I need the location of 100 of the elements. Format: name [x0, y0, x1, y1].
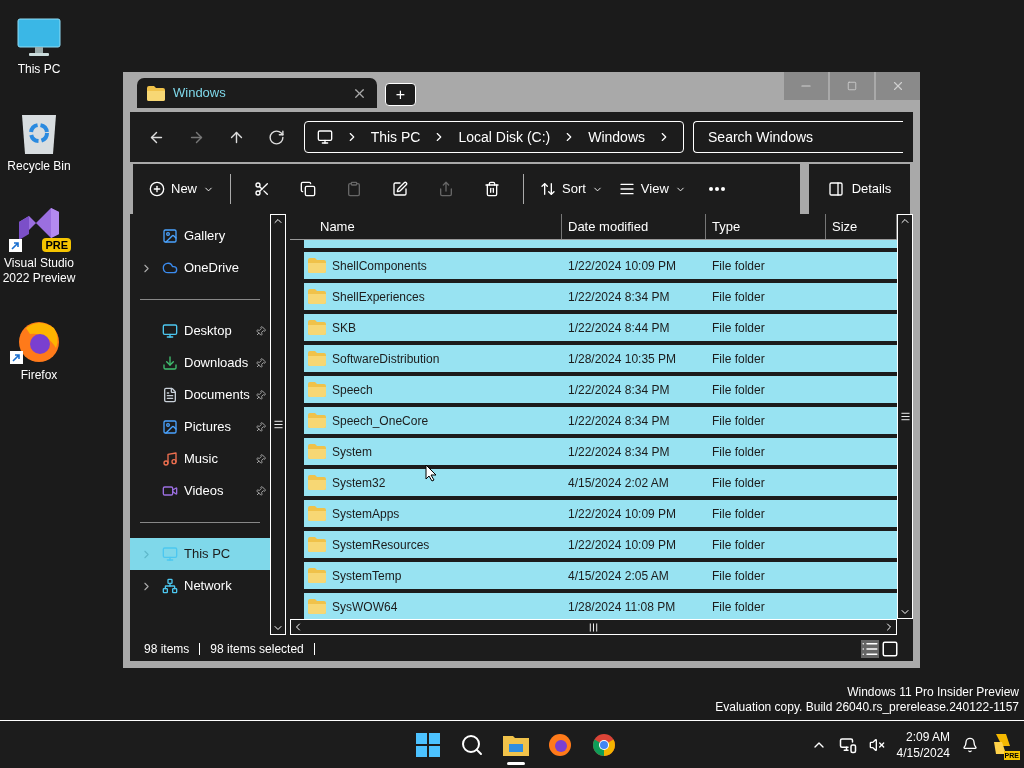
grip-icon[interactable] [272, 419, 284, 430]
sidebar-item[interactable]: Videos [130, 475, 270, 507]
grip-icon[interactable] [899, 411, 911, 422]
search-field[interactable]: Search Windows [693, 121, 903, 153]
column-header[interactable]: Date modified [562, 214, 706, 239]
file-type: File folder [711, 350, 766, 368]
date-modified: 1/22/2024 8:34 PM [567, 381, 671, 399]
table-row[interactable]: SystemResources 1/22/2024 10:09 PM File folder [304, 531, 897, 558]
column-header[interactable]: Size [826, 214, 897, 239]
panel-icon [827, 181, 844, 197]
table-row[interactable]: ShellExperiences 1/22/2024 8:34 PM File folder [304, 283, 897, 310]
sidebar-item[interactable]: Desktop [130, 315, 270, 347]
date-modified: 1/22/2024 8:34 PM [567, 412, 671, 430]
breadcrumb-item[interactable]: This PC [370, 126, 421, 148]
details-view-icon[interactable] [861, 640, 879, 658]
breadcrumb-item[interactable]: Windows [588, 126, 645, 148]
file-type: File folder [711, 381, 766, 399]
monitor-icon [316, 129, 333, 145]
desktop-icon-label[interactable]: Firefox [20, 368, 58, 383]
file-type: File folder [711, 288, 766, 306]
search-icon[interactable] [460, 732, 484, 757]
network-icon [162, 578, 178, 594]
table-row[interactable]: SKB 1/22/2024 8:44 PM File folder [304, 314, 897, 341]
delete-icon [484, 181, 500, 197]
cut-icon [254, 181, 270, 197]
sidebar-item[interactable]: OneDrive [130, 252, 270, 284]
sidebar-item[interactable]: Downloads [130, 347, 270, 379]
sidebar-item[interactable]: Music [130, 443, 270, 475]
sidebar-item[interactable]: Network [130, 570, 270, 602]
folder-icon [308, 382, 326, 397]
sidebar-label: This PC [184, 545, 231, 564]
share-icon [438, 181, 454, 197]
menu-button[interactable]: Sort [532, 172, 611, 206]
sidebar-label: Downloads [184, 354, 249, 373]
table-row[interactable]: SystemApps 1/22/2024 10:09 PM File folder [304, 500, 897, 527]
desktop-icon-label[interactable]: Recycle Bin [7, 159, 71, 174]
file-name: SystemResources [332, 536, 430, 554]
fox-globe-icon[interactable] [548, 732, 572, 757]
file-name: ShellComponents [332, 257, 427, 275]
tiles-view-icon[interactable] [881, 640, 899, 658]
breadcrumb-item[interactable]: Local Disk (C:) [458, 126, 551, 148]
menu-button[interactable]: View [610, 172, 694, 206]
sidebar-label: OneDrive [184, 259, 239, 278]
address-bar[interactable]: This PC Local Disk (C:) Windows [303, 121, 684, 153]
table-row[interactable]: ShellComponents 1/22/2024 10:09 PM File folder [304, 252, 897, 279]
refresh-icon [268, 128, 286, 146]
file-type: File folder [711, 598, 766, 616]
table-row[interactable]: Speech 1/22/2024 8:34 PM File folder [304, 376, 897, 403]
folder-icon [308, 537, 326, 552]
new-tab-button[interactable]: + [385, 83, 416, 106]
sidebar-item[interactable]: Pictures [130, 411, 270, 443]
chrome-logo-icon[interactable] [592, 732, 616, 757]
table-row[interactable]: SoftwareDistribution 1/28/2024 10:35 PM File folder [304, 345, 897, 372]
date-modified: 1/28/2024 10:35 PM [567, 350, 678, 368]
clock-date[interactable]: 4/15/2024 [896, 744, 950, 761]
table-row[interactable]: System 1/22/2024 8:34 PM File folder [304, 438, 897, 465]
date-modified: 1/22/2024 10:09 PM [567, 536, 678, 554]
grip-icon[interactable] [588, 621, 599, 633]
os-build-text: Windows 11 Pro Insider Preview [847, 685, 1019, 700]
table-row[interactable]: SysWOW64 1/28/2024 11:08 PM File folder [304, 593, 897, 619]
sidebar-label: Music [184, 450, 218, 469]
menu-button[interactable]: New [141, 172, 222, 206]
muted-speaker-icon[interactable] [868, 736, 885, 753]
folder-icon [308, 475, 326, 490]
sort-icon [540, 181, 556, 197]
lines-icon [618, 181, 635, 197]
folder-icon [308, 258, 326, 273]
folder-icon [308, 351, 326, 366]
date-modified: 1/28/2024 11:08 PM [567, 598, 677, 616]
column-header[interactable]: Type [706, 214, 826, 239]
table-row[interactable]: SystemTemp 4/15/2024 2:05 AM File folder [304, 562, 897, 589]
scrollbar[interactable] [897, 214, 913, 619]
tab-label: Windows [173, 84, 226, 103]
network-icon[interactable] [838, 735, 857, 754]
desktop-icon-label[interactable]: Visual Studio 2022 Preview [0, 256, 78, 286]
date-modified: 1/22/2024 8:44 PM [567, 319, 671, 337]
desktop-icon-label[interactable]: This PC [17, 62, 61, 77]
sidebar-item[interactable]: Documents [130, 379, 270, 411]
folder-icon [308, 289, 326, 304]
folder-icon [308, 568, 326, 583]
cloud-icon [162, 260, 178, 276]
file-type: File folder [711, 536, 766, 554]
folder-icon[interactable] [503, 733, 529, 756]
folder-icon [147, 85, 165, 101]
clock-time[interactable]: 2:09 AM [905, 728, 950, 745]
sidebar-item[interactable]: Gallery [130, 220, 270, 252]
start-icon[interactable] [416, 732, 440, 757]
file-name: SystemApps [332, 505, 400, 523]
bell-icon[interactable] [962, 736, 978, 753]
file-name: SystemTemp [332, 567, 402, 585]
sidebar-item[interactable]: This PC [130, 538, 270, 570]
table-row[interactable]: System32 4/15/2024 2:02 AM File folder [304, 469, 897, 496]
table-row[interactable]: Speech_OneCore 1/22/2024 8:34 PM File folder [304, 407, 897, 434]
file-type: File folder [711, 474, 766, 492]
file-name: System [332, 443, 372, 461]
scrollbar[interactable] [270, 214, 286, 635]
column-header[interactable]: Name [290, 214, 562, 239]
tab[interactable]: Windows [137, 78, 377, 108]
file-name: Speech [332, 381, 373, 399]
scrollbar[interactable] [290, 619, 897, 635]
